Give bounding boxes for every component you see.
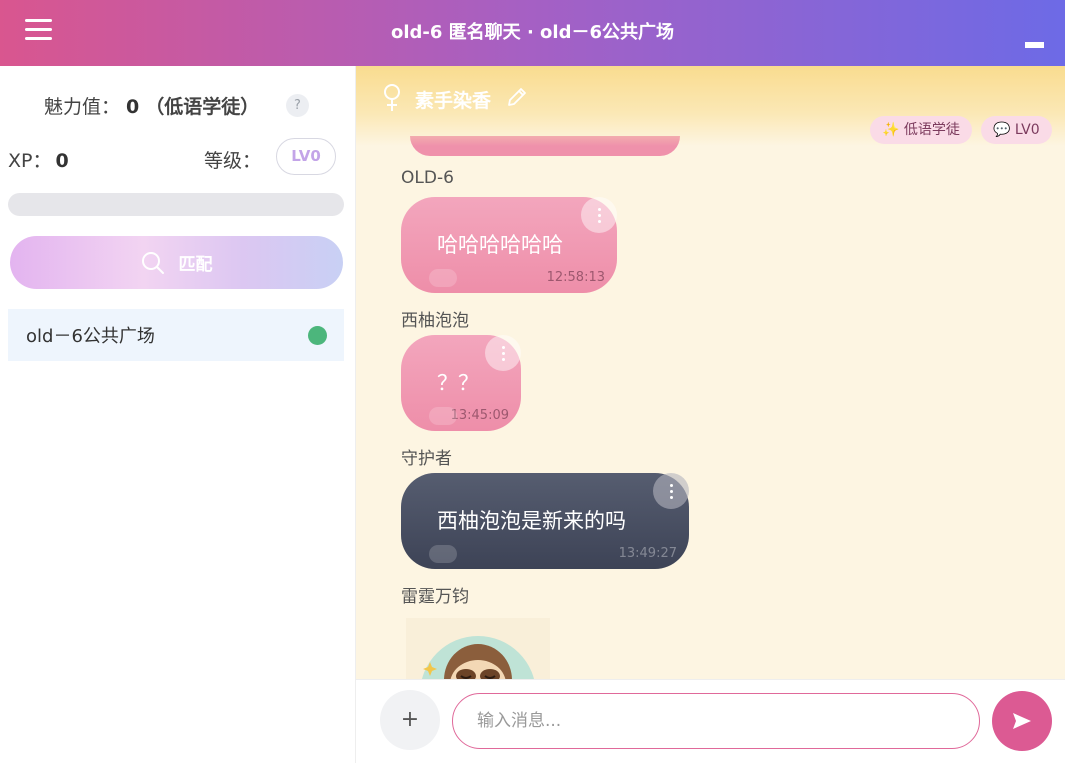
help-icon[interactable]: ?: [286, 94, 309, 117]
pencil-icon[interactable]: [506, 86, 528, 108]
match-button-label: 匹配: [178, 255, 213, 275]
send-button[interactable]: [992, 691, 1052, 751]
room-name: old－6公共广场: [26, 326, 155, 347]
message-bubble: 哈哈哈哈哈哈 12:58:13: [401, 197, 617, 293]
xp-progress-bar: [8, 193, 344, 216]
xp-value: 0: [55, 150, 69, 172]
message-time: 13:49:27: [618, 546, 677, 561]
level-label: 等级：: [204, 150, 262, 172]
charm-rank: （低语学徒）: [145, 96, 260, 118]
message-sender: OLD-6: [401, 168, 454, 188]
rank-tag: ✨ 低语学徒: [870, 116, 972, 144]
minimize-icon[interactable]: [1025, 42, 1044, 48]
message-time: 12:58:13: [546, 270, 605, 285]
charm-row: 魅力值： 0 （低语学徒）: [44, 92, 259, 119]
charm-value: 0: [126, 96, 140, 118]
more-icon[interactable]: [653, 473, 689, 509]
chat-panel: 素手染香 ✨ 低语学徒 💬 LV0 OLD-6 哈哈哈哈哈哈 12:58:13 …: [356, 66, 1065, 679]
message-sender: 西柚泡泡: [401, 311, 469, 331]
bubble-decoration: [429, 269, 457, 287]
bubble-decoration: [429, 545, 457, 563]
sidebar: 魅力值： 0 （低语学徒） ? XP： 0 等级： LV0 匹配 old－6公共广场: [0, 66, 356, 763]
message-sender: 守护者: [401, 449, 452, 469]
xp-label: XP：: [8, 150, 52, 172]
xp-row: XP： 0: [8, 146, 69, 173]
online-status-dot: [308, 326, 327, 345]
app-title: old-6 匿名聊天 · old－6公共广场: [391, 22, 674, 43]
message-text: 西柚泡泡是新来的吗: [437, 509, 626, 533]
top-bar: old-6 匿名聊天 · old－6公共广场: [0, 0, 1065, 66]
more-icon[interactable]: [485, 335, 521, 371]
room-item-public-square[interactable]: old－6公共广场: [8, 309, 344, 361]
message-sender: 雷霆万钧: [401, 587, 469, 607]
message-bubble: ？？ 13:45:09: [401, 335, 521, 431]
search-icon: [141, 251, 164, 274]
chat-header: 素手染香 ✨ 低语学徒 💬 LV0: [356, 66, 1065, 146]
message-text: ？？: [437, 371, 479, 395]
message-text: 哈哈哈哈哈哈: [437, 233, 563, 257]
sloth-sticker: [406, 618, 550, 679]
peer-name: 素手染香: [415, 90, 492, 112]
female-icon: [384, 84, 400, 111]
charm-label: 魅力值：: [44, 96, 121, 118]
bubble-decoration: [429, 407, 457, 425]
match-button[interactable]: 匹配: [10, 236, 343, 289]
level-badge: LV0: [276, 138, 336, 175]
message-time: 13:45:09: [450, 408, 509, 423]
more-icon[interactable]: [581, 197, 617, 233]
plus-icon[interactable]: +: [380, 690, 440, 750]
level-tag: 💬 LV0: [981, 116, 1052, 144]
send-icon: [1013, 713, 1031, 729]
message-input[interactable]: [452, 693, 980, 749]
composer: +: [356, 679, 1065, 763]
message-bubble: 西柚泡泡是新来的吗 13:49:27: [401, 473, 689, 569]
